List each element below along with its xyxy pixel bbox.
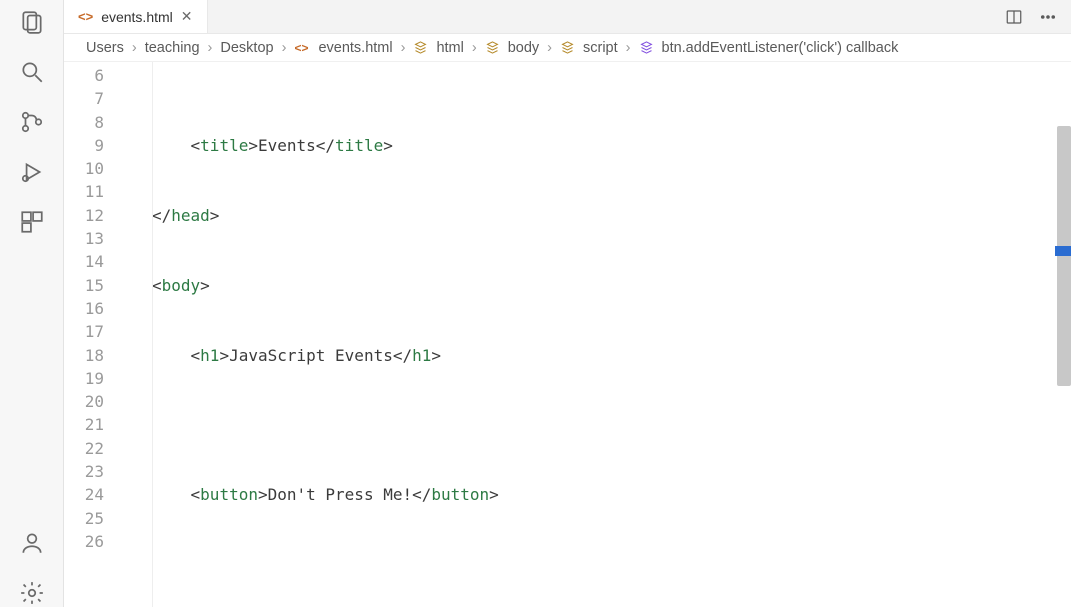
- tab-label: events.html: [101, 9, 173, 25]
- crumb-teaching[interactable]: teaching: [145, 40, 200, 56]
- tab-bar: <> events.html ✕: [64, 0, 1071, 34]
- breadcrumb[interactable]: Users› teaching› Desktop› <> events.html…: [64, 34, 1071, 62]
- code-content[interactable]: <title>Events</title> </head> <body> <h1…: [124, 62, 1071, 607]
- crumb-users[interactable]: Users: [86, 40, 124, 56]
- more-actions-icon[interactable]: [1039, 8, 1057, 26]
- run-debug-icon[interactable]: [18, 158, 46, 186]
- line-number-gutter: 67891011121314151617181920212223242526: [64, 62, 124, 607]
- crumb-script[interactable]: script: [583, 40, 618, 56]
- source-control-icon[interactable]: [18, 108, 46, 136]
- activity-bar: [0, 0, 64, 607]
- explorer-icon[interactable]: [18, 8, 46, 36]
- html-file-icon: <>: [78, 9, 93, 24]
- symbol-icon: [485, 40, 500, 55]
- split-editor-icon[interactable]: [1005, 8, 1023, 26]
- crumb-desktop[interactable]: Desktop: [220, 40, 273, 56]
- tab-events-html[interactable]: <> events.html ✕: [64, 0, 208, 33]
- symbol-icon: [639, 40, 654, 55]
- crumb-body[interactable]: body: [508, 40, 539, 56]
- account-icon[interactable]: [18, 529, 46, 557]
- crumb-callback[interactable]: btn.addEventListener('click') callback: [662, 40, 899, 56]
- crumb-html[interactable]: html: [436, 40, 463, 56]
- symbol-icon: [413, 40, 428, 55]
- tab-actions: [1005, 0, 1071, 33]
- code-editor[interactable]: 67891011121314151617181920212223242526 <…: [64, 62, 1071, 607]
- close-icon[interactable]: ✕: [181, 8, 193, 25]
- settings-gear-icon[interactable]: [18, 579, 46, 607]
- crumb-file[interactable]: events.html: [318, 40, 392, 56]
- symbol-icon: [560, 40, 575, 55]
- editor-group: <> events.html ✕ Users› teaching› Deskto…: [64, 0, 1071, 607]
- html-file-icon: <>: [294, 41, 308, 55]
- selection-marker-icon: [1055, 246, 1071, 256]
- overview-ruler[interactable]: [1055, 62, 1071, 607]
- scrollbar-thumb[interactable]: [1057, 126, 1071, 386]
- search-icon[interactable]: [18, 58, 46, 86]
- extensions-icon[interactable]: [18, 208, 46, 236]
